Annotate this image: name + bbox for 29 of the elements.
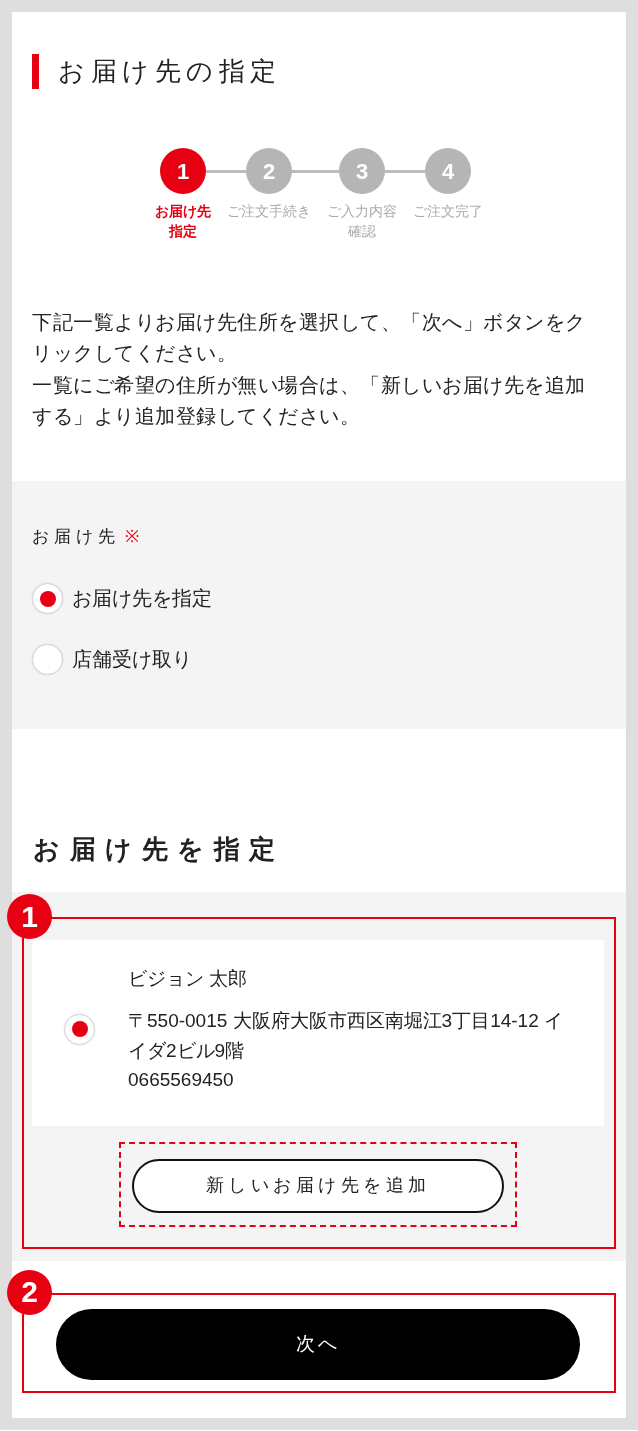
next-button[interactable]: 次へ <box>56 1308 580 1380</box>
annotation-badge: 1 <box>7 894 52 940</box>
step-label: 指定 <box>169 222 197 241</box>
instruction-text: 一覧にご希望の住所が無い場合は、「新しいお届け先を追加する」より追加登録してください。 <box>32 372 587 429</box>
step-label: ご入力内容 <box>327 202 397 221</box>
radio-icon[interactable] <box>64 1013 95 1045</box>
address-text: 〒550-0015 大阪府大阪市西区南堀江3丁目14-12 イイダ2ビル9階 <box>128 1009 564 1063</box>
phone-number: 0665569450 <box>128 1068 234 1093</box>
page-title: お届け先の指定 <box>58 55 282 88</box>
instruction-text: 下記一覧よりお届け先住所を選択して、「次へ」ボタンをクリックしてください。 <box>32 310 587 367</box>
annotation-badge: 2 <box>7 1269 52 1315</box>
step-label: お届け先 <box>155 202 211 221</box>
radio-option[interactable]: お届け先を指定 <box>32 583 212 615</box>
field-label: お届け先 <box>32 526 120 549</box>
add-address-button[interactable]: 新しいお届け先を追加 <box>132 1158 504 1213</box>
radio-option[interactable]: 店舗受け取り <box>32 644 192 676</box>
section-heading: お届け先を指定 <box>33 833 285 867</box>
radio-icon[interactable] <box>32 583 63 615</box>
step-connector <box>385 170 425 173</box>
required-mark: ※ <box>125 526 139 549</box>
step-label: ご注文完了 <box>413 202 483 221</box>
address-card[interactable]: ビジョン 太郎 〒550-0015 大阪府大阪市西区南堀江3丁目14-12 イイダ2ビル9階 0665569450 <box>32 940 604 1126</box>
step-connector <box>206 170 246 173</box>
radio-icon[interactable] <box>32 644 63 676</box>
step-label: ご注文手続き <box>227 202 311 221</box>
step-label: 確認 <box>348 222 376 241</box>
accent-bar <box>32 53 39 89</box>
recipient-name: ビジョン 太郎 <box>128 967 248 992</box>
step-connector <box>292 170 339 173</box>
